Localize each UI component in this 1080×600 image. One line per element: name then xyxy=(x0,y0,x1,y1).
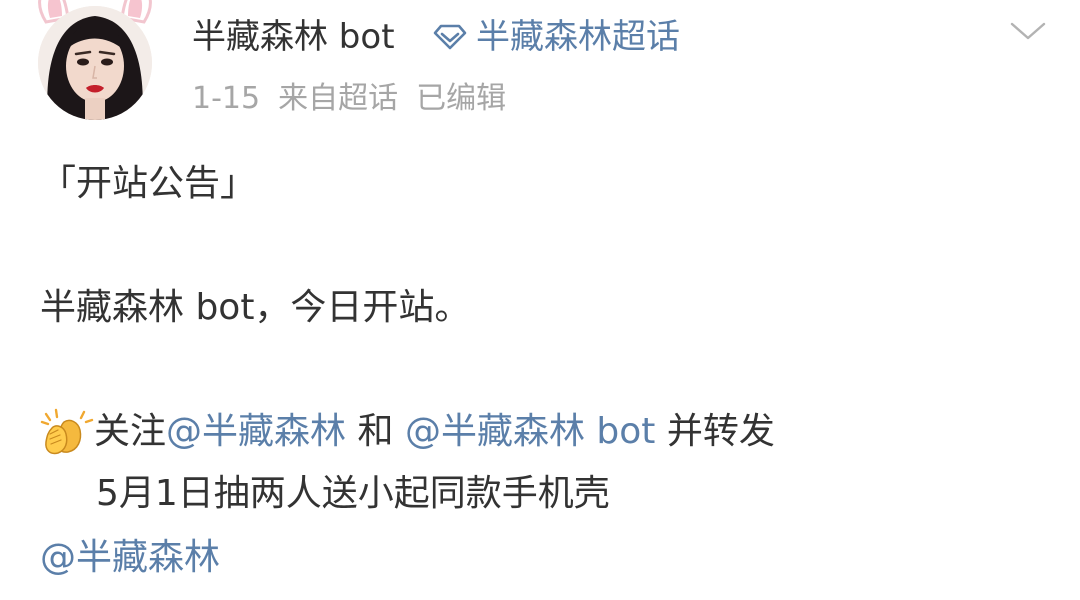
edited-label: 已编辑 xyxy=(416,81,507,116)
mention-link[interactable]: @半藏森林 xyxy=(40,534,220,582)
supertopic-link[interactable]: 半藏森林超话 xyxy=(432,14,680,60)
mention-link[interactable]: @半藏森林 bot xyxy=(405,411,655,452)
avatar-image xyxy=(38,6,152,120)
follow-prefix: 关注 xyxy=(94,411,167,452)
diamond-icon xyxy=(433,24,467,50)
avatar[interactable] xyxy=(38,0,152,120)
post-meta: 1-15 来自超话 已编辑 xyxy=(192,78,506,120)
giveaway-line: 5月1日抽两人送小起同款手机壳 xyxy=(96,473,610,514)
connector-text: 和 xyxy=(346,411,394,452)
intro-line: 半藏森林 bot，今日开站。 xyxy=(40,287,471,328)
repost-text: 并转发 xyxy=(655,411,775,452)
mention-link[interactable]: @半藏森林 xyxy=(166,411,346,452)
weibo-post: 半藏森林 bot 半藏森林超话 1-15 来自超话 已编辑 「开站公告」 半藏森… xyxy=(0,0,1080,600)
supertopic-label: 半藏森林超话 xyxy=(476,17,680,57)
clapping-hands-icon xyxy=(40,408,94,455)
username[interactable]: 半藏森林 bot xyxy=(192,14,395,60)
follow-line: 关注@半藏森林 和 @半藏森林 bot 并转发 xyxy=(40,408,775,456)
chevron-down-icon[interactable] xyxy=(1008,16,1048,46)
post-source: 来自超话 xyxy=(278,81,399,116)
post-date: 1-15 xyxy=(192,81,261,116)
announcement-title: 「开站公告」 xyxy=(40,163,257,204)
